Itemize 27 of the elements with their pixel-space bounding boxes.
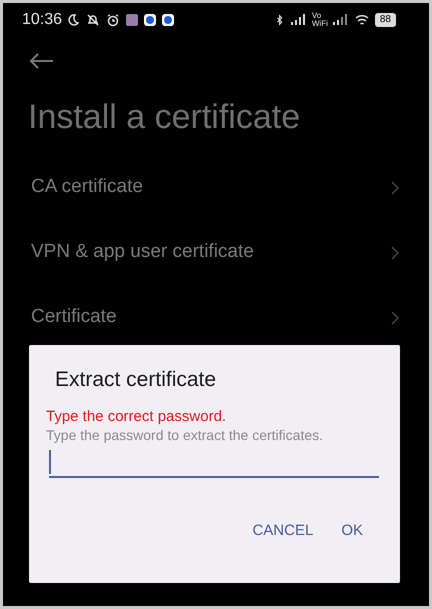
back-arrow-icon[interactable] xyxy=(29,53,54,69)
shield-icon xyxy=(162,14,174,26)
error-message: Type the correct password. xyxy=(46,408,228,426)
chevron-icon xyxy=(391,310,399,324)
dialog-title: Extract certificate xyxy=(54,367,218,393)
muted-bell-icon xyxy=(86,12,100,26)
status-time: 10:36 xyxy=(22,10,62,30)
wifi-label: WiFi xyxy=(312,20,328,28)
dialog-button[interactable]: OK xyxy=(337,516,367,546)
vo-label: Vo xyxy=(312,12,322,20)
wifi-icon xyxy=(354,12,370,26)
chevron-icon xyxy=(391,180,399,194)
shield-icon xyxy=(144,14,156,26)
menu-item[interactable]: Certificate xyxy=(3,285,429,350)
moon-icon xyxy=(66,12,80,26)
chevron-icon xyxy=(391,246,399,260)
hint-text: Type the password to extract the certificates. xyxy=(46,426,324,444)
app-icon xyxy=(126,14,138,26)
page-title: Install a certificate xyxy=(27,97,302,137)
signal-icon xyxy=(290,14,307,25)
password-field[interactable] xyxy=(49,449,379,478)
alarm-icon xyxy=(106,12,120,26)
menu-item[interactable]: CA certificate xyxy=(3,155,429,220)
menu-item[interactable]: VPN & app user certificate xyxy=(3,220,429,285)
battery-indicator: 88 xyxy=(374,12,396,26)
dialog-button[interactable]: CANCEL xyxy=(248,516,318,546)
signal-icon xyxy=(332,14,349,25)
